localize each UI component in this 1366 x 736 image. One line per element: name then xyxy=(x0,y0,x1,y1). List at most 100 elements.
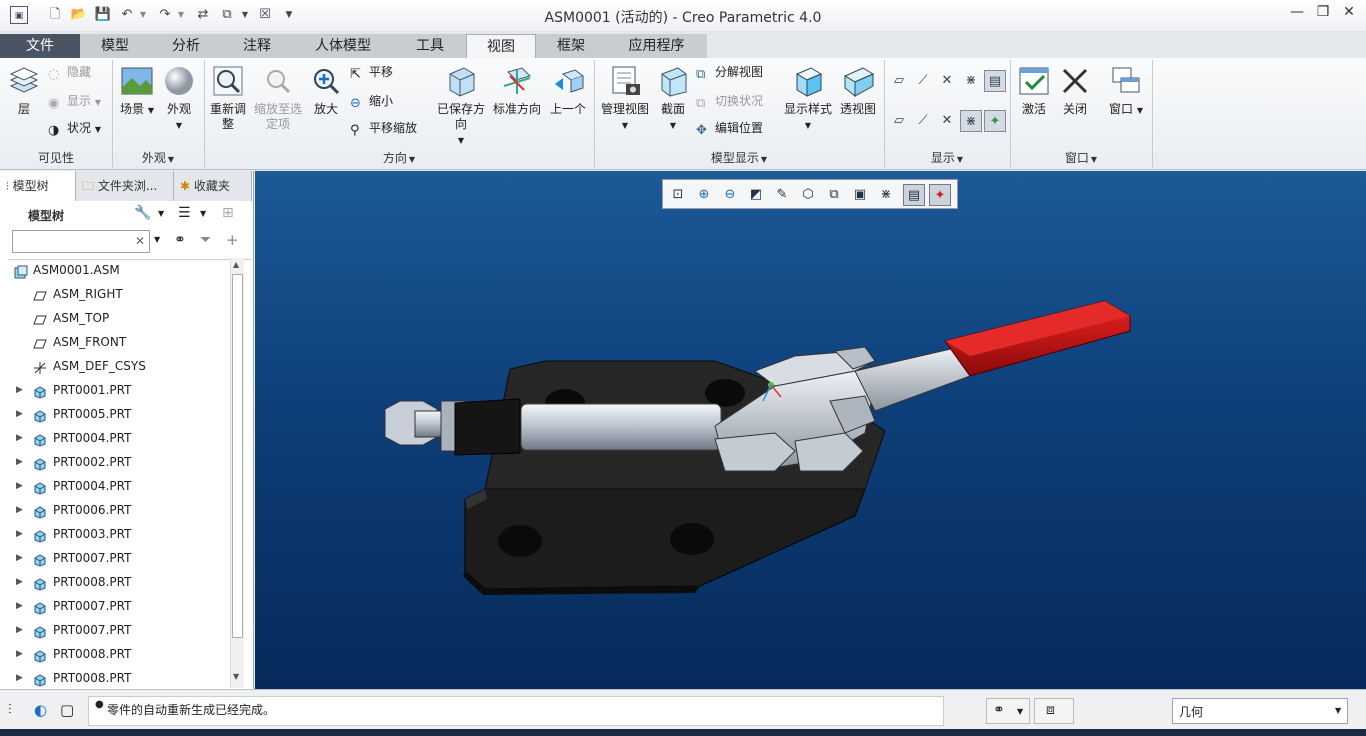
tree-item[interactable]: ▶ PRT0004.PRT xyxy=(0,474,232,498)
manage-views-button[interactable]: 管理视图 ▼ xyxy=(598,64,652,133)
minimize-button[interactable]: — xyxy=(1286,4,1308,24)
selection-filter-select[interactable]: 几何 ▼ xyxy=(1172,698,1348,724)
tree-settings-dropdown-icon[interactable]: ▼ xyxy=(158,209,164,218)
standard-orientation-button[interactable]: 标准方向 xyxy=(490,64,544,117)
close-model-button[interactable]: 关闭 xyxy=(1056,64,1094,117)
refit-button[interactable]: 重新调整 xyxy=(206,64,250,132)
tree-item[interactable]: ▶ PRT0003.PRT xyxy=(0,522,232,546)
expand-arrow-icon[interactable]: ▶ xyxy=(16,426,23,450)
edit-position-button[interactable]: ✥ 编辑位置 xyxy=(696,118,763,138)
group-model-display-label[interactable]: 模型显示 ▼ xyxy=(594,149,884,169)
tab-favorites[interactable]: ✱ 收藏夹 xyxy=(174,171,252,201)
tree-item[interactable]: ▶ PRT0002.PRT xyxy=(0,450,232,474)
section-button[interactable]: 截面 ▼ xyxy=(654,64,692,133)
tab-applications[interactable]: 应用程序 xyxy=(606,34,707,58)
tab-model-tree[interactable]: ⫶ 模型树 xyxy=(0,171,76,201)
layers-button[interactable]: 层 xyxy=(4,64,44,117)
tree-item[interactable]: ▶ PRT0007.PRT xyxy=(0,618,232,642)
tree-item[interactable]: ▶ PRT0008.PRT xyxy=(0,570,232,594)
expand-arrow-icon[interactable]: ▶ xyxy=(16,618,23,642)
tree-item[interactable]: ASM_TOP xyxy=(0,306,232,330)
clear-search-icon[interactable]: ✕ xyxy=(135,234,145,248)
tree-columns-dropdown-icon[interactable]: ▼ xyxy=(200,209,206,218)
tab-view[interactable]: 视图 xyxy=(466,34,536,59)
expand-arrow-icon[interactable]: ▶ xyxy=(16,666,23,689)
spin-center-icon[interactable]: ✦ xyxy=(984,110,1006,132)
tree-item[interactable]: ASM_FRONT xyxy=(0,330,232,354)
group-show-label[interactable]: 显示 ▼ xyxy=(884,149,1010,169)
axis-tag-icon[interactable]: ⟋ xyxy=(912,110,934,132)
group-orientation-label[interactable]: 方向 ▼ xyxy=(204,149,594,169)
csys-tag-icon[interactable]: ⋇ xyxy=(960,110,982,132)
hide-button[interactable]: ◌ 隐藏 xyxy=(48,62,91,82)
tree-item[interactable]: ▶ PRT0004.PRT xyxy=(0,426,232,450)
point-display-icon[interactable]: ✕ xyxy=(936,70,958,92)
pan-button[interactable]: ⇱ 平移 xyxy=(350,62,393,82)
close-button[interactable]: ✕ xyxy=(1338,4,1360,24)
tree-search-input[interactable]: ✕ xyxy=(12,230,150,253)
expand-arrow-icon[interactable]: ▶ xyxy=(16,642,23,666)
find-button[interactable]: ⚭ ▼ xyxy=(986,698,1030,724)
full-screen-icon[interactable]: ▢ xyxy=(60,701,74,719)
expand-arrow-icon[interactable]: ▶ xyxy=(16,594,23,618)
browser-icon[interactable]: ◐ xyxy=(34,701,47,719)
zoom-out-button[interactable]: ⊖ 缩小 xyxy=(350,91,393,111)
pan-zoom-button[interactable]: ⚲ 平移缩放 xyxy=(350,118,417,138)
expand-arrow-icon[interactable]: ▶ xyxy=(16,378,23,402)
scroll-down-icon[interactable]: ▼ xyxy=(233,672,239,681)
tab-manikin[interactable]: 人体模型 xyxy=(292,34,394,58)
adjusting-bolt[interactable] xyxy=(384,400,466,452)
expand-arrow-icon[interactable]: ▶ xyxy=(16,546,23,570)
tab-annotate[interactable]: 注释 xyxy=(222,34,292,58)
scroll-up-icon[interactable]: ▲ xyxy=(233,260,239,269)
tree-filter-grid-icon[interactable]: ⊞ xyxy=(222,205,234,221)
activate-button[interactable]: 激活 xyxy=(1014,64,1054,117)
previous-orientation-button[interactable]: 上一个 xyxy=(546,64,590,117)
tab-framework[interactable]: 框架 xyxy=(536,34,606,58)
tab-model[interactable]: 模型 xyxy=(80,34,150,58)
toggle-status-button[interactable]: ⧉ 切换状况 xyxy=(696,91,763,111)
tree-item[interactable]: ▶ PRT0007.PRT xyxy=(0,594,232,618)
tree-item[interactable]: ▶ PRT0008.PRT xyxy=(0,666,232,689)
perspective-view-button[interactable]: 透视图 xyxy=(836,64,880,117)
search-options-dropdown-icon[interactable]: ▼ xyxy=(154,235,160,244)
point-tag-icon[interactable]: ✕ xyxy=(936,110,958,132)
tree-root-item[interactable]: ASM0001.ASM xyxy=(0,258,232,282)
tree-item[interactable]: ASM_RIGHT xyxy=(0,282,232,306)
expand-arrow-icon[interactable]: ▶ xyxy=(16,402,23,426)
find-binoculars-icon[interactable]: ⚭ xyxy=(174,232,186,248)
show-button[interactable]: ◉ 显示 ▼ xyxy=(48,91,101,111)
tab-folder-browser[interactable]: 🗀 文件夹浏... xyxy=(76,171,174,201)
add-column-icon[interactable]: + xyxy=(226,231,239,249)
expand-arrow-icon[interactable]: ▶ xyxy=(16,474,23,498)
tree-item[interactable]: ▶ PRT0001.PRT xyxy=(0,378,232,402)
group-appearance-label[interactable]: 外观 ▼ xyxy=(112,149,204,169)
status-button[interactable]: ◑ 状况 ▼ xyxy=(48,118,101,138)
csys-display-icon[interactable]: ⋇ xyxy=(960,70,982,92)
saved-orientations-button[interactable]: 已保存方向 ▼ xyxy=(432,64,490,148)
tree-item[interactable]: ASM_DEF_CSYS xyxy=(0,354,232,378)
expand-arrow-icon[interactable]: ▶ xyxy=(16,522,23,546)
selection-cube-button[interactable]: ⧈ xyxy=(1034,698,1074,724)
plane-display-icon[interactable]: ▱ xyxy=(888,70,910,92)
tab-tools[interactable]: 工具 xyxy=(394,34,466,58)
tree-scrollbar[interactable]: ▲ ▼ xyxy=(230,258,244,688)
tree-settings-icon[interactable]: 🔧 xyxy=(134,205,151,221)
expand-arrow-icon[interactable]: ▶ xyxy=(16,498,23,522)
toggle-navigator-icon[interactable]: ⫶ xyxy=(8,702,12,718)
assembly-model[interactable] xyxy=(255,171,1366,689)
tree-filter-icon[interactable]: ⏷ xyxy=(200,232,211,248)
annotation-display-icon[interactable]: ▤ xyxy=(984,70,1006,92)
axis-display-icon[interactable]: ⟋ xyxy=(912,70,934,92)
exploded-view-button[interactable]: ⧉ 分解视图 xyxy=(696,62,763,82)
expand-arrow-icon[interactable]: ▶ xyxy=(16,570,23,594)
group-window-label[interactable]: 窗口 ▼ xyxy=(1010,149,1152,169)
graphics-viewport[interactable]: ⊡ ⊕ ⊖ ◩ ✎ ⬡ ⧉ ▣ ⋇ ▤ ✦ xyxy=(255,171,1366,689)
plane-tag-icon[interactable]: ▱ xyxy=(888,110,910,132)
expand-arrow-icon[interactable]: ▶ xyxy=(16,450,23,474)
zoom-in-button[interactable]: 放大 xyxy=(306,64,346,117)
tree-item[interactable]: ▶ PRT0007.PRT xyxy=(0,546,232,570)
tab-file[interactable]: 文件 xyxy=(0,34,80,58)
tree-item[interactable]: ▶ PRT0008.PRT xyxy=(0,642,232,666)
handle-lever[interactable] xyxy=(854,300,1131,412)
